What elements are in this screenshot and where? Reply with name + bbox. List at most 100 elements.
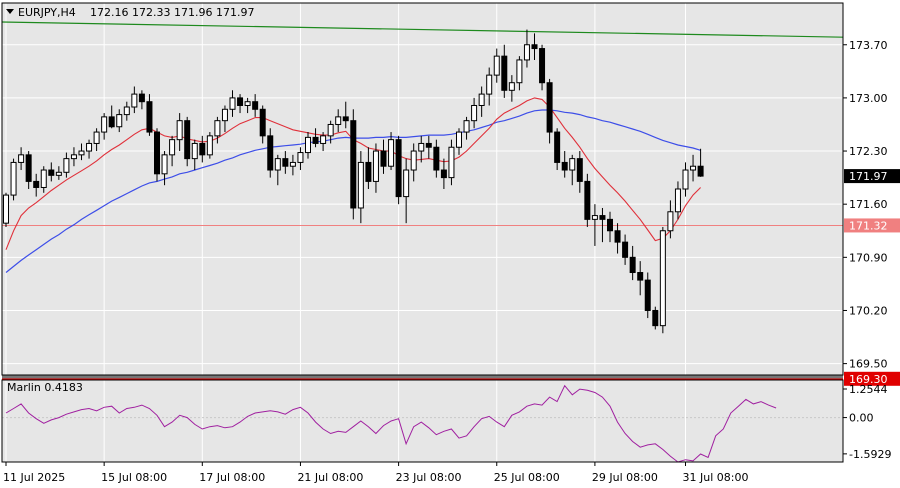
symbol-label: EURJPY,H4 [18, 6, 76, 19]
candle-body [395, 139, 402, 198]
candle [659, 226, 666, 334]
candle [154, 128, 160, 182]
candle-body [456, 131, 462, 148]
time-tick-label: 15 Jul 08:00 [101, 471, 167, 484]
price-tick-label: 169.50 [849, 358, 888, 371]
candle-body [410, 150, 417, 171]
candle-body [516, 59, 523, 84]
time-tick-label: 25 Jul 08:00 [494, 471, 560, 484]
candle-body [191, 142, 198, 160]
candle [184, 116, 191, 167]
candle-body [78, 150, 85, 156]
candle-body [146, 101, 153, 133]
price-tick-label: 170.20 [849, 304, 888, 317]
candle-body [184, 120, 191, 160]
time-tick-label: 29 Jul 08:00 [592, 471, 658, 484]
main-plot-area[interactable] [2, 3, 843, 375]
indicator-plot-area[interactable] [2, 380, 843, 462]
candle [652, 306, 659, 330]
candle [584, 173, 591, 227]
time-tick-label: 21 Jul 08:00 [297, 471, 363, 484]
candle-body [584, 180, 591, 220]
candle-body [531, 44, 538, 50]
candle-body [463, 120, 470, 133]
time-tick-label: 23 Jul 08:00 [396, 471, 462, 484]
candle-body [523, 44, 530, 61]
candle-body [599, 215, 606, 220]
indicator-tick-label: -1.5929 [849, 448, 891, 461]
candle-body [123, 106, 130, 116]
candle-body [312, 136, 319, 144]
candle-body [297, 152, 304, 163]
candle-body [350, 120, 357, 209]
candle-body [690, 165, 697, 171]
candle-body [116, 114, 123, 128]
candle-body [252, 101, 259, 110]
candle-body [221, 108, 228, 122]
candle-body [63, 158, 70, 173]
candle-body [667, 211, 674, 232]
candle-body [659, 230, 666, 327]
candle-body [199, 142, 206, 156]
candle-body [478, 93, 485, 106]
candle-body [425, 142, 432, 148]
indicator-tick-label: 1.2544 [849, 383, 888, 396]
candle-body [380, 150, 387, 167]
candle-body [365, 161, 372, 182]
candle-body [448, 146, 455, 179]
candle-body [614, 230, 621, 243]
price-tick-label: 173.70 [849, 39, 888, 52]
candle-body [282, 158, 289, 167]
candle [10, 158, 17, 201]
candle-body [493, 55, 500, 76]
candle-body [388, 139, 395, 167]
candle-body [644, 279, 651, 311]
candle-body [320, 135, 327, 144]
candle-body [622, 241, 629, 258]
candle-body [214, 120, 221, 137]
candle-body [206, 135, 213, 156]
level-price-label: 171.32 [849, 219, 888, 232]
candle-body [637, 272, 644, 281]
candle-body [70, 154, 77, 160]
candle [350, 109, 357, 220]
price-tick-label: 170.90 [849, 251, 888, 264]
candle-body [237, 97, 244, 106]
candle-body [267, 135, 274, 171]
candle-body [569, 158, 576, 171]
candle-body [591, 215, 598, 220]
candle-body [244, 101, 251, 106]
candle-body [652, 309, 659, 327]
candle-body [169, 139, 176, 156]
candle-body [289, 161, 296, 167]
time-tick-label: 11 Jul 2025 [3, 471, 65, 484]
candle [267, 128, 274, 178]
candle-body [55, 171, 62, 176]
candle-body [335, 116, 342, 125]
candle-body [418, 142, 425, 152]
candle-body [357, 161, 364, 209]
candle-body [546, 82, 553, 133]
price-tick-label: 171.60 [849, 198, 888, 211]
candle-body [433, 146, 440, 171]
candle-body [327, 123, 334, 137]
candle-body [274, 158, 281, 171]
candle-body [176, 120, 183, 141]
candle-body [101, 116, 108, 133]
candle-body [3, 194, 9, 224]
candle-body [576, 158, 583, 182]
candle-body [259, 108, 266, 137]
candle-body [33, 180, 40, 188]
time-tick-label: 31 Jul 08:00 [683, 471, 749, 484]
candle-body [342, 116, 349, 122]
candle-body [108, 116, 115, 128]
candle-body [138, 93, 145, 103]
time-tick-label: 17 Jul 08:00 [199, 471, 265, 484]
candle-body [508, 82, 515, 91]
candle-body [471, 104, 478, 122]
candle-body [674, 188, 681, 213]
candle-body [40, 169, 47, 188]
price-tick-label: 173.00 [849, 92, 888, 105]
candle-body [561, 161, 568, 171]
candle-body [403, 169, 410, 198]
